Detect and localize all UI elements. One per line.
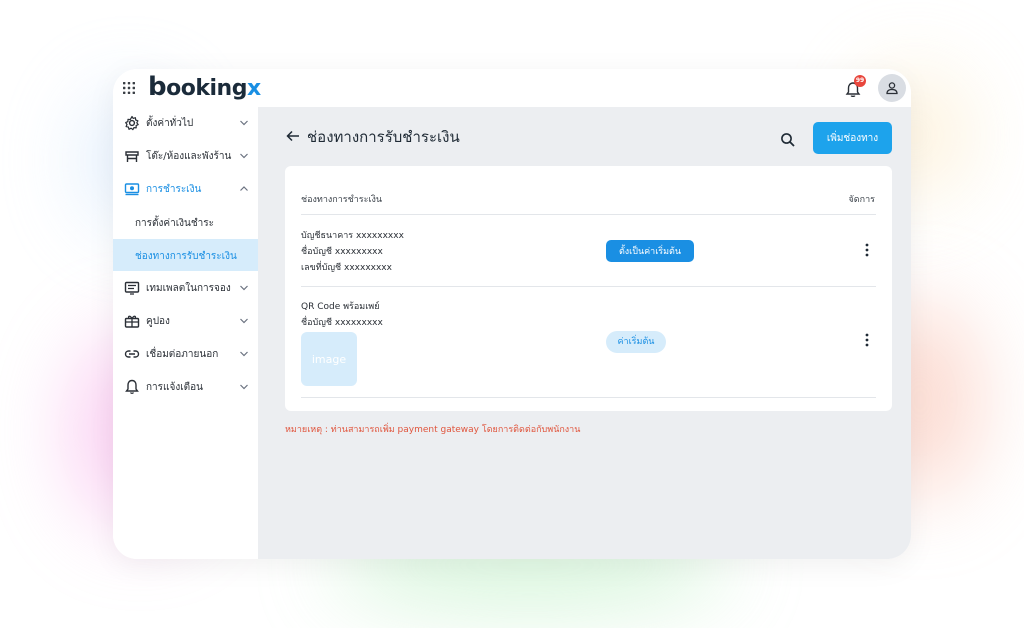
- bank-account-label: บัญชีธนาคาร xxxxxxxxx: [301, 231, 404, 241]
- apps-grid-icon[interactable]: [123, 82, 135, 94]
- search-icon[interactable]: [780, 132, 796, 148]
- set-as-default-button[interactable]: ตั้งเป็นค่าเริ่มต้น: [606, 240, 694, 262]
- notification-button[interactable]: 99: [845, 75, 866, 99]
- sidebar-subitem-payment-settings[interactable]: การตั้งค่าเงินชำระ: [113, 206, 258, 238]
- sidebar-item-coupons[interactable]: คูปอง: [113, 305, 258, 337]
- sidebar-item-payment[interactable]: การชำระเงิน: [113, 173, 258, 205]
- sidebar: ตั้งค่าทั่วไป โต๊ะ/ห้องและพังร้าน การชำร…: [113, 107, 258, 559]
- logo-wordmark: ooking: [166, 76, 247, 101]
- payment-gateway-note: หมายเหตุ : ท่านสามารถเพิ่ม payment gatew…: [285, 425, 581, 435]
- default-badge: ค่าเริ่มต้น: [606, 331, 666, 353]
- sidebar-subitem-payment-channels[interactable]: ช่องทางการรับชำระเงิน: [113, 239, 258, 271]
- sidebar-item-label: การชำระเงิน: [146, 184, 202, 195]
- template-icon: [124, 281, 140, 295]
- link-icon: [124, 350, 140, 358]
- qr-image-placeholder: image: [301, 332, 357, 386]
- chevron-down-icon: [240, 351, 248, 357]
- sidebar-item-tables-rooms[interactable]: โต๊ะ/ห้องและพังร้าน: [113, 140, 258, 172]
- user-icon: [886, 82, 898, 95]
- chevron-down-icon: [240, 318, 248, 324]
- avatar[interactable]: [878, 74, 906, 102]
- chevron-down-icon: [240, 153, 248, 159]
- sidebar-item-notifications[interactable]: การแจ้งเตือน: [113, 371, 258, 403]
- sidebar-item-label: ตั้งค่าทั่วไป: [146, 118, 194, 129]
- sidebar-item-integrations[interactable]: เชื่อมต่อภายนอก: [113, 338, 258, 370]
- notification-badge: 99: [854, 75, 866, 87]
- sidebar-subitem-label: การตั้งค่าเงินชำระ: [135, 218, 215, 229]
- bell-icon: [125, 379, 139, 394]
- coupon-icon: [124, 315, 140, 328]
- sidebar-item-label: เชื่อมต่อภายนอก: [146, 349, 219, 360]
- sidebar-item-label: โต๊ะ/ห้องและพังร้าน: [146, 151, 232, 162]
- more-options-icon[interactable]: [863, 333, 871, 347]
- account-name: ชื่อบัญชี xxxxxxxxx: [301, 318, 383, 328]
- add-channel-button[interactable]: เพิ่มช่องทาง: [813, 122, 892, 154]
- page-title: ช่องทางการรับชำระเงิน: [307, 128, 460, 146]
- chevron-down-icon: [240, 120, 248, 126]
- divider: [301, 286, 876, 287]
- logo-letter-x: x: [246, 76, 261, 101]
- account-number: เลขที่บัญชี xxxxxxxxx: [301, 263, 392, 273]
- chevron-down-icon: [240, 384, 248, 390]
- top-bar: b ooking x 99: [113, 69, 911, 107]
- main-content: ช่องทางการรับชำระเงิน เพิ่มช่องทาง ช่องท…: [258, 107, 911, 559]
- qr-code-label: QR Code พร้อมเพย์: [301, 302, 380, 312]
- account-name: ชื่อบัญชี xxxxxxxxx: [301, 247, 383, 257]
- chevron-down-icon: [240, 285, 248, 291]
- sidebar-item-label: คูปอง: [146, 316, 170, 327]
- sidebar-item-label: เทมเพลตในการจอง: [146, 283, 231, 294]
- gear-icon: [125, 115, 139, 131]
- column-header-manage: จัดการ: [848, 195, 875, 205]
- back-arrow-icon[interactable]: [286, 129, 300, 143]
- divider: [301, 397, 876, 398]
- table-icon: [125, 151, 139, 162]
- more-options-icon[interactable]: [863, 243, 871, 257]
- payment-icon: [124, 183, 140, 196]
- app-window: b ooking x 99 ตั้งค่าทั่วไป โต๊ะ/ห้องและ…: [113, 69, 911, 559]
- sidebar-subitem-label: ช่องทางการรับชำระเงิน: [135, 251, 237, 262]
- bookingx-logo[interactable]: b ooking x: [148, 72, 261, 104]
- sidebar-item-label: การแจ้งเตือน: [146, 382, 203, 393]
- column-header-channel: ช่องทางการชำระเงิน: [301, 195, 383, 205]
- divider: [301, 214, 876, 215]
- payment-channels-table: ช่องทางการชำระเงิน จัดการ บัญชีธนาคาร xx…: [285, 166, 892, 411]
- sidebar-item-booking-templates[interactable]: เทมเพลตในการจอง: [113, 272, 258, 304]
- chevron-up-icon: [240, 186, 248, 191]
- logo-letter-b: b: [148, 72, 167, 102]
- sidebar-item-general-settings[interactable]: ตั้งค่าทั่วไป: [113, 107, 258, 139]
